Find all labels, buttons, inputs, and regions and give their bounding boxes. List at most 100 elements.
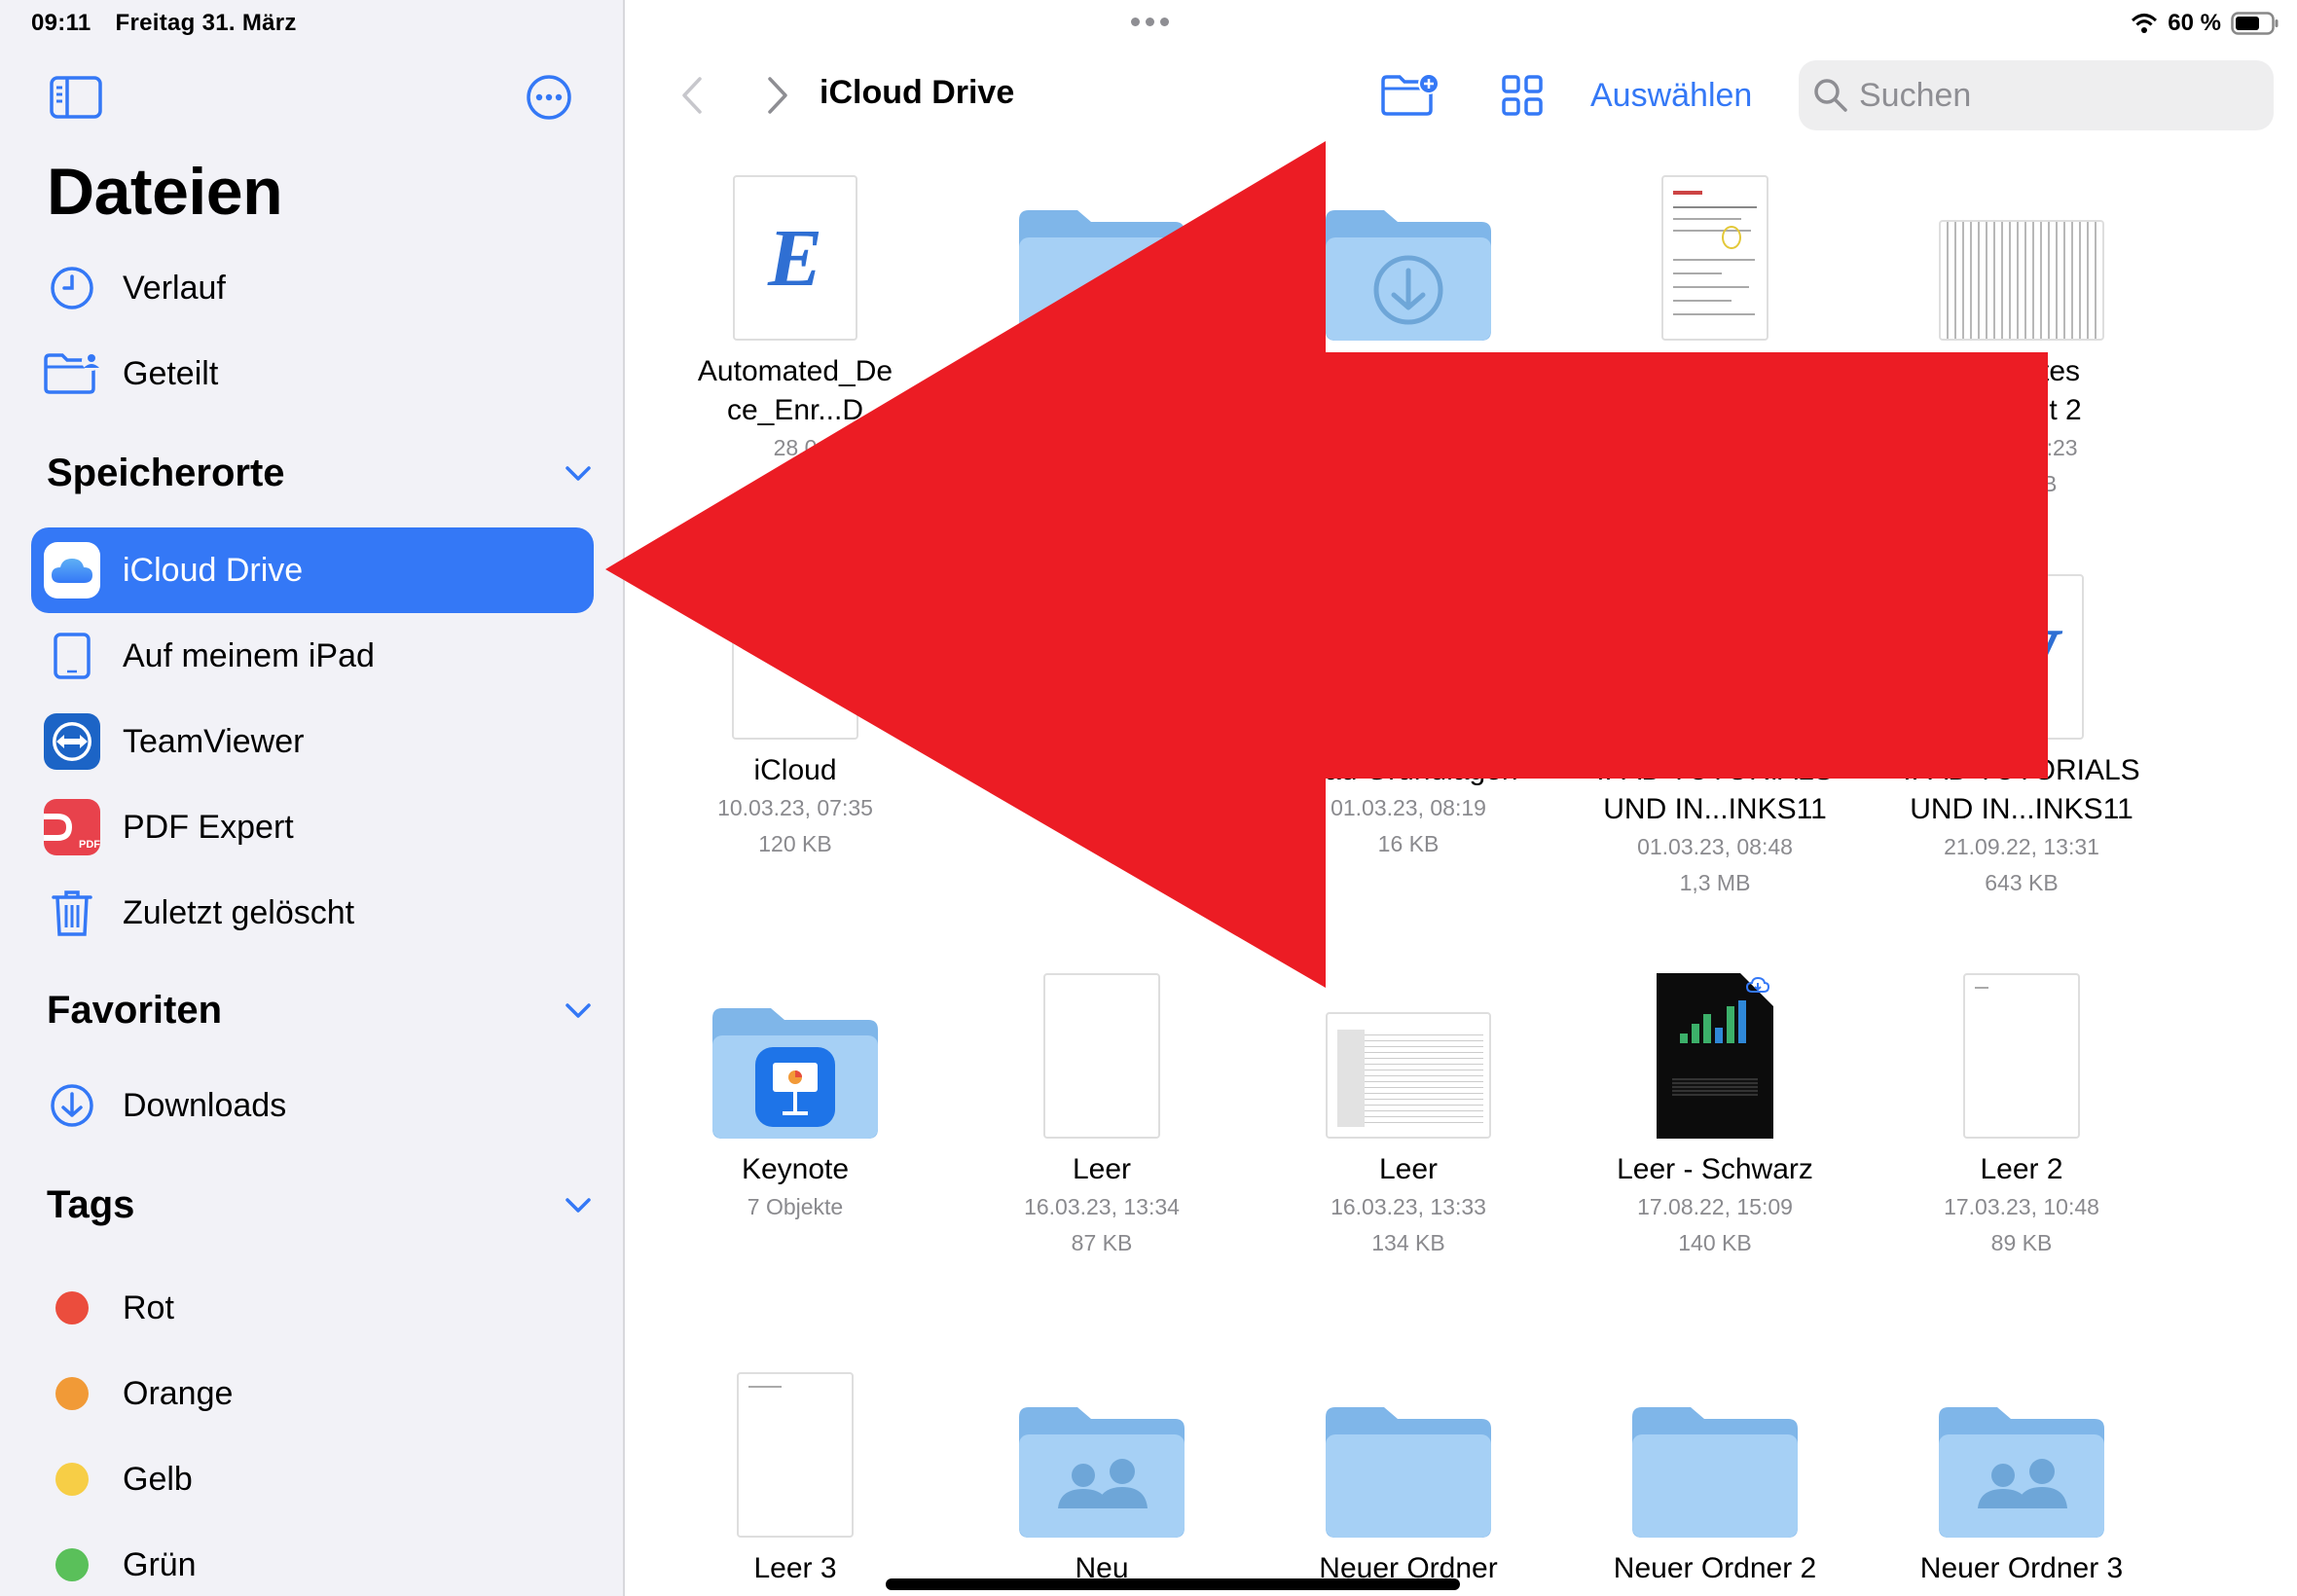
sidebar-item-icloud-drive[interactable]: iCloud Drive (31, 527, 594, 613)
file-item[interactable]: scanntes kument 2 3.23, 10:23 5,8 MB (1866, 165, 2177, 502)
shared-folder-item[interactable]: Neu (946, 1362, 1258, 1588)
spreadsheet-thumbnail (1326, 1012, 1491, 1139)
document-thumbnail (737, 1372, 854, 1538)
tag-color-dot (55, 1548, 89, 1581)
ipad-icon (54, 633, 91, 679)
sidebar-item-tag-red[interactable]: Rot (31, 1265, 594, 1351)
folder-name: Neuer Ordner 3 (1919, 1552, 2124, 1584)
sidebar-item-teamviewer[interactable]: TeamViewer (31, 699, 594, 784)
favorites-section-header[interactable]: Favoriten (47, 989, 592, 1033)
shared-folder-icon (44, 351, 101, 394)
sidebar-item-label: iCloud Drive (123, 551, 304, 589)
sidebar-item-shared[interactable]: Geteilt (31, 331, 594, 417)
sidebar-item-pdf-expert[interactable]: PDF PDF Expert (31, 784, 594, 870)
file-size: 1,3 MB (1679, 870, 1751, 895)
sidebar-item-on-my-ipad[interactable]: Auf meinem iPad (31, 613, 594, 699)
sidebar-item-tag-orange[interactable]: Orange (31, 1351, 594, 1436)
file-meta: 28.0 (773, 435, 818, 460)
file-name: Leer (1072, 1153, 1132, 1185)
tag-color-dot (55, 1291, 89, 1324)
new-folder-button[interactable] (1376, 64, 1444, 127)
download-icon (51, 1084, 93, 1127)
file-item[interactable]: iPad Grundlagen 01.03.23, 08:19 16 KB (1253, 564, 1564, 862)
file-name: iPad Grundlagen (1298, 754, 1518, 786)
file-size: 89 KB (1990, 1230, 2053, 1255)
new-folder-icon (1381, 73, 1440, 116)
more-options-button[interactable] (520, 68, 578, 127)
status-bar-right: 60 % (2131, 10, 2279, 37)
dark-document-thumbnail (1657, 973, 1773, 1139)
cloud-download-icon (1746, 977, 1769, 993)
file-size: 16 KB (1377, 831, 1440, 856)
file-name: iCloud (753, 754, 837, 786)
file-name: Leer - Schwarz (1617, 1153, 1813, 1185)
sidebar-title: Dateien (47, 155, 283, 229)
file-name: Automated_De ce_Enr...D (697, 355, 893, 426)
clock-icon (51, 267, 93, 309)
file-name: Leer (1378, 1153, 1439, 1185)
file-item[interactable]: W IPAD TUTORIALS UND IN...INKS11 21.09.22… (1866, 564, 2177, 901)
folder-item[interactable]: Neuer Ordner (1253, 1362, 1564, 1588)
icloud-icon (52, 559, 92, 583)
file-item[interactable]: iCloud 10.03.23, 07:35 120 KB (639, 564, 951, 862)
select-button[interactable]: Auswählen (1590, 64, 1752, 127)
wifi-icon (2132, 14, 2158, 33)
file-item[interactable]: Leer - Schwarz 17.08.22, 15:09 140 KB (1559, 963, 1871, 1261)
back-button[interactable] (668, 68, 716, 123)
sidebar-item-label: TeamViewer (123, 722, 305, 760)
file-size: 5,8 MB (1986, 471, 2058, 496)
scanned-document-thumbnail (1939, 220, 2104, 341)
folder-name: Keynote (741, 1153, 850, 1185)
home-indicator[interactable] (886, 1578, 1460, 1590)
sidebar-item-label: Geteilt (123, 354, 219, 392)
word-document-icon: W (1985, 611, 2059, 703)
folder-item[interactable] (946, 165, 1258, 341)
file-item[interactable]: Leer 16.03.23, 13:34 87 KB (946, 963, 1258, 1261)
sidebar: 09:11 Freitag 31. März Dateien Verlauf G… (0, 0, 625, 1596)
forward-button[interactable] (753, 68, 802, 123)
folder-item-downloads[interactable] (1253, 165, 1564, 341)
tags-section-header[interactable]: Tags (47, 1183, 592, 1227)
file-size: 120 KB (758, 831, 832, 856)
file-item[interactable]: E Automated_De ce_Enr...D 28.0 (639, 165, 951, 466)
sidebar-toggle-button[interactable] (47, 68, 105, 127)
trash-icon (52, 890, 92, 936)
folder-name: Neuer Ordner 2 (1613, 1552, 1817, 1584)
sidebar-item-tag-yellow[interactable]: Gelb (31, 1436, 594, 1522)
locations-section-header[interactable]: Speicherorte (47, 452, 592, 495)
search-field[interactable] (1799, 60, 2274, 130)
document-thumbnail: E (733, 175, 857, 341)
page-title: iCloud Drive (820, 74, 1015, 111)
chevron-down-icon (565, 1197, 591, 1213)
file-item[interactable]: Leer 16.03.23, 13:33 134 KB (1253, 963, 1564, 1261)
multitasking-handle[interactable] (1131, 18, 1169, 26)
text-document-icon: E (767, 212, 823, 304)
sidebar-item-label: Verlauf (123, 269, 226, 307)
sidebar-item-recents[interactable]: Verlauf (31, 245, 594, 331)
folder-item-keynote[interactable]: Keynote 7 Objekte (639, 963, 951, 1225)
file-size: 140 KB (1678, 1230, 1752, 1255)
file-item[interactable]: IPAD TUTORIALS UND IN...INKS11 01.03.23, … (1559, 564, 1871, 901)
sidebar-toggle-icon (50, 76, 102, 119)
folder-icon (1632, 1407, 1798, 1538)
grid-view-icon (1502, 75, 1543, 116)
shared-folder-item[interactable]: Neuer Ordner 3 (1866, 1362, 2177, 1588)
sidebar-item-recently-deleted[interactable]: Zuletzt gelöscht (31, 870, 594, 956)
document-thumbnail (732, 574, 858, 740)
sidebar-item-downloads[interactable]: Downloads (31, 1063, 594, 1148)
sidebar-item-tag-green[interactable]: Grün (31, 1522, 594, 1596)
file-item[interactable]: Leer 2 17.03.23, 10:48 89 KB (1866, 963, 2177, 1261)
battery-icon (2231, 12, 2279, 35)
section-title: Speicherorte (47, 452, 285, 494)
download-folder-icon (1326, 210, 1491, 341)
file-size: 134 KB (1371, 1230, 1445, 1255)
file-item[interactable]: Leer 3 (639, 1362, 951, 1588)
document-thumbnail (1963, 973, 2080, 1139)
view-mode-button[interactable] (1491, 64, 1553, 127)
folder-item[interactable]: Neuer Ordner 2 (1559, 1362, 1871, 1588)
file-meta: 01.03.23, 08:48 (1637, 834, 1793, 859)
chevron-right-icon (768, 77, 787, 114)
pdf-expert-icon: PDF (44, 799, 100, 855)
file-item[interactable] (1559, 165, 1871, 341)
search-input[interactable] (1859, 76, 2248, 115)
